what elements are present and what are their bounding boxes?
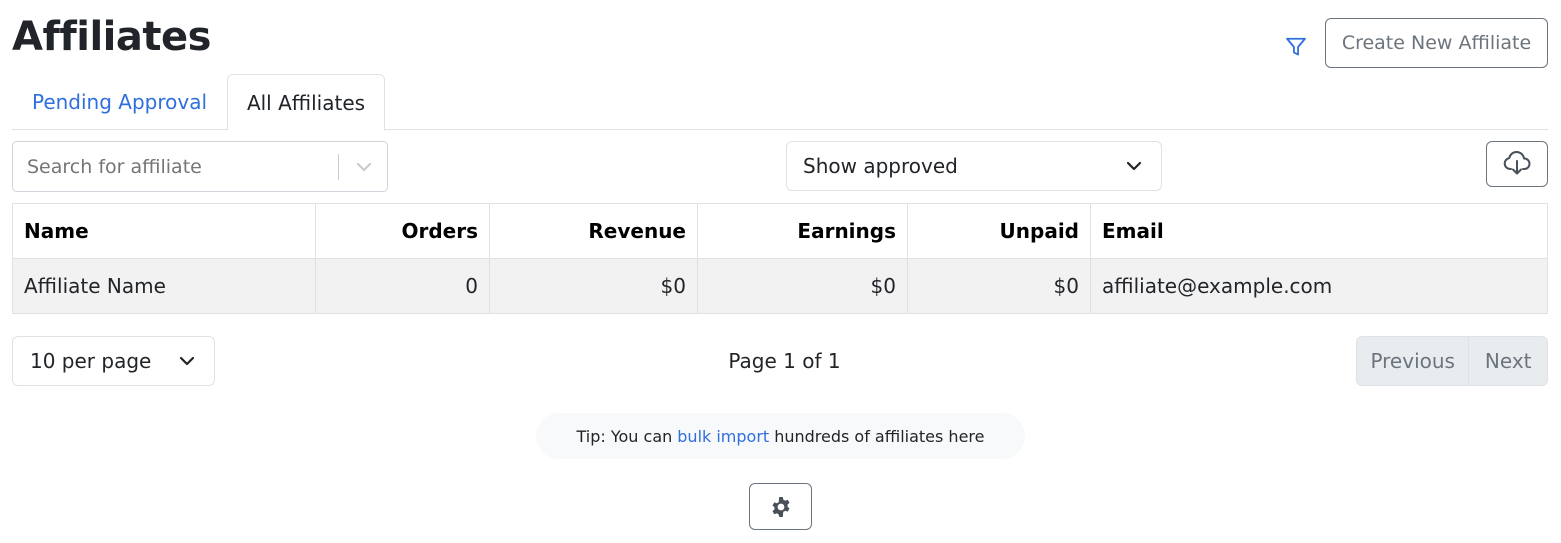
search-input[interactable] — [13, 142, 337, 191]
bulk-import-link[interactable]: bulk import — [677, 427, 769, 446]
tab-bar: Pending Approval All Affiliates — [12, 74, 1548, 131]
affiliate-search — [12, 141, 388, 192]
column-header-earnings[interactable]: Earnings — [697, 203, 908, 259]
settings-button[interactable] — [749, 483, 812, 530]
affiliate-email-link[interactable]: affiliate@example.com — [1090, 258, 1548, 314]
tab-all-affiliates[interactable]: All Affiliates — [227, 74, 385, 131]
chevron-down-icon — [356, 162, 372, 172]
gear-icon — [772, 496, 789, 517]
search-dropdown-toggle[interactable] — [351, 154, 377, 180]
filter-icon — [1286, 37, 1306, 56]
status-filter-value: Show approved — [803, 154, 958, 178]
tab-pending-approval[interactable]: Pending Approval — [12, 74, 227, 130]
affiliates-table: Name Orders Revenue Earnings Unpaid Emai… — [12, 203, 1548, 314]
table-header-row: Name Orders Revenue Earnings Unpaid Emai… — [12, 203, 1548, 259]
chevron-down-icon — [1126, 161, 1142, 171]
affiliate-name-link[interactable]: Affiliate Name — [12, 258, 316, 314]
column-header-revenue[interactable]: Revenue — [489, 203, 698, 259]
revenue-cell: $0 — [489, 258, 698, 314]
create-new-affiliate-button[interactable]: Create New Affiliate — [1325, 18, 1548, 68]
bulk-import-tip: Tip: You can bulk import hundreds of aff… — [536, 413, 1025, 459]
earnings-cell: $0 — [697, 258, 908, 314]
column-header-orders[interactable]: Orders — [315, 203, 490, 259]
status-filter-select[interactable]: Show approved — [786, 141, 1162, 191]
tip-prefix: Tip: You can — [576, 426, 673, 446]
previous-page-button[interactable]: Previous — [1357, 337, 1470, 385]
search-separator — [338, 154, 339, 180]
page-indicator: Page 1 of 1 — [728, 349, 841, 373]
page-title: Affiliates — [12, 14, 211, 60]
cloud-download-icon — [1503, 151, 1531, 175]
column-header-name[interactable]: Name — [12, 203, 316, 259]
table-row: Affiliate Name 0 $0 $0 $0 affiliate@exam… — [12, 258, 1548, 314]
orders-cell: 0 — [315, 258, 490, 314]
pagination-controls: Previous Next — [1356, 336, 1548, 386]
tip-suffix: hundreds of affiliates here — [774, 426, 985, 446]
column-header-email[interactable]: Email — [1090, 203, 1548, 259]
export-download-button[interactable] — [1486, 141, 1548, 187]
unpaid-cell: $0 — [907, 258, 1091, 314]
next-page-button[interactable]: Next — [1469, 337, 1547, 385]
column-header-unpaid[interactable]: Unpaid — [907, 203, 1091, 259]
filter-button[interactable] — [1281, 32, 1311, 62]
